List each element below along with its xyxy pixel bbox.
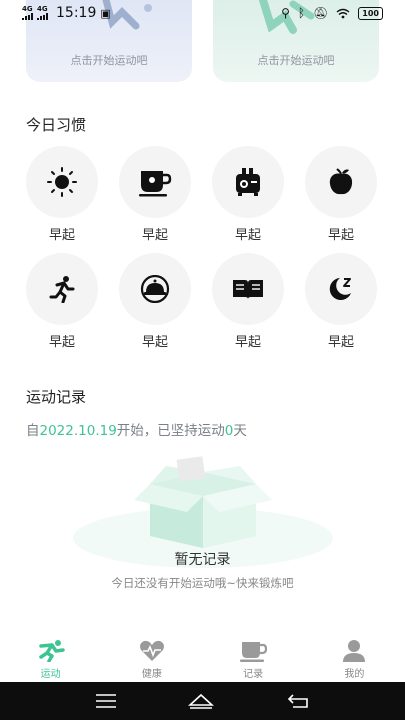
menu-icon[interactable]: [96, 694, 117, 708]
tab-exercise[interactable]: 运动: [16, 634, 86, 682]
back-icon[interactable]: [287, 694, 309, 708]
card-hint: 点击开始运动吧: [257, 54, 335, 67]
system-nav-bar: [0, 682, 405, 720]
status-bar: 4G 4G 15:19 ▣ ⚲ ᛒ 🔕︎ 100: [0, 0, 405, 26]
tea-cup-icon: [139, 171, 172, 197]
habit-label: 早起: [141, 335, 168, 350]
empty-subtitle: 今日还没有开始运动哦~快来锻炼吧: [111, 576, 294, 590]
habit-label: 早起: [141, 228, 168, 243]
tab-label: 健康: [141, 669, 162, 680]
tab-label: 运动: [40, 669, 61, 680]
habit-item[interactable]: 早起: [212, 253, 284, 350]
fruit-icon: [329, 168, 353, 195]
record-middle: 开始，已坚持运动: [116, 423, 225, 439]
bluetooth-icon: ᛒ: [297, 6, 306, 20]
wifi-icon: [336, 8, 350, 18]
habit-circle[interactable]: [305, 253, 377, 325]
habit-item[interactable]: 早起: [119, 146, 191, 243]
habit-item[interactable]: 早起: [305, 146, 377, 243]
habit-label: 早起: [327, 335, 354, 350]
book-icon: [233, 280, 263, 299]
records-title: 运动记录: [26, 388, 87, 406]
card-hint: 点击开始运动吧: [70, 54, 148, 67]
habit-circle[interactable]: [305, 146, 377, 218]
habit-label: 早起: [327, 228, 354, 243]
mute-icon: 🔕︎: [313, 6, 329, 20]
habit-item[interactable]: 早起: [26, 146, 98, 243]
habit-circle[interactable]: [212, 146, 284, 218]
habit-label: 早起: [234, 335, 261, 350]
habits-title: 今日习惯: [26, 116, 87, 134]
habit-circle[interactable]: [26, 146, 98, 218]
signal-bars-icon: [37, 13, 48, 20]
record-suffix: 天: [233, 423, 247, 439]
tab-health[interactable]: 健康: [117, 634, 187, 682]
status-right: ⚲ ᛒ 🔕︎ 100: [281, 6, 383, 20]
habit-label: 早起: [48, 228, 75, 243]
notification-icon: ▣: [100, 6, 111, 20]
habit-circle[interactable]: [212, 253, 284, 325]
food-dome-icon: [140, 275, 170, 303]
habit-item[interactable]: 早起: [26, 253, 98, 350]
habit-circle[interactable]: [119, 253, 191, 325]
user-icon: [343, 640, 366, 662]
signal-2-label: 4G: [37, 5, 48, 13]
signal-1-label: 4G: [22, 5, 33, 13]
status-left: 4G 4G 15:19 ▣: [22, 5, 111, 21]
record-start-date: 2022.10.19: [39, 423, 117, 439]
tab-profile[interactable]: 我的: [319, 634, 389, 682]
tab-records[interactable]: 记录: [218, 634, 288, 682]
habit-grid: 早起 早起 早起 早起 早起 早起 早起 早起: [26, 146, 379, 350]
running-icon: [49, 276, 75, 303]
tab-label: 记录: [243, 669, 264, 680]
sun-icon: [47, 167, 77, 197]
signal-bars-icon: [22, 13, 33, 20]
habit-item[interactable]: 早起: [119, 253, 191, 350]
location-icon: ⚲: [281, 6, 290, 20]
tab-label: 我的: [344, 669, 365, 680]
clock: 15:19: [56, 5, 97, 21]
tab-bar: 运动 健康 记录 我的: [0, 634, 405, 682]
battery-icon: 100: [358, 6, 383, 20]
record-prefix: 自: [26, 423, 40, 439]
moon-sleep-icon: [329, 278, 351, 300]
toaster-icon: [236, 168, 260, 196]
signal-1: 4G: [22, 6, 33, 20]
habit-circle[interactable]: [26, 253, 98, 325]
cup-record-icon: [240, 642, 268, 662]
habit-item[interactable]: 早起: [212, 146, 284, 243]
record-summary: 自2022.10.19开始，已坚持运动0天: [26, 419, 247, 439]
empty-title: 暂无记录: [174, 552, 231, 568]
heart-icon: [139, 640, 164, 661]
exercise-icon: [38, 640, 65, 662]
signal-2: 4G: [37, 6, 48, 20]
habit-circle[interactable]: [119, 146, 191, 218]
habit-label: 早起: [234, 228, 261, 243]
home-icon[interactable]: [188, 693, 215, 709]
habit-label: 早起: [48, 335, 75, 350]
habit-item[interactable]: 早起: [305, 253, 377, 350]
